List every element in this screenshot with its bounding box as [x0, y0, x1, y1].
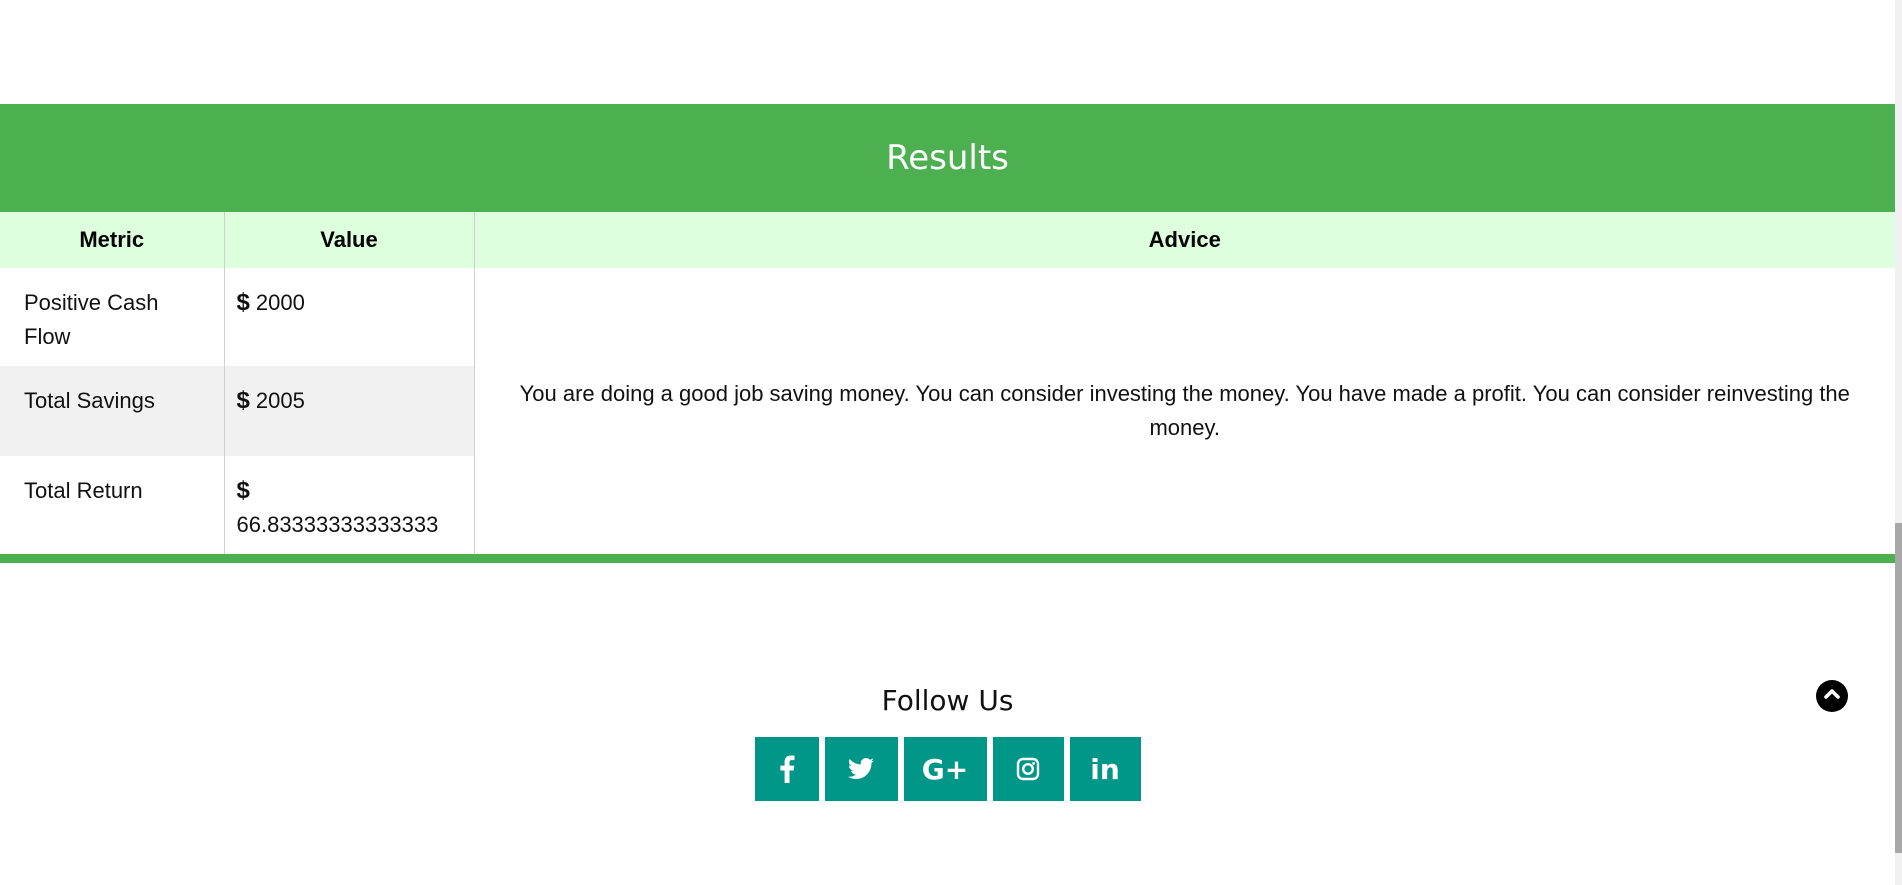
page-scrollbar[interactable] [1895, 0, 1902, 885]
value-cell: $2005 [223, 366, 474, 456]
table-header-row: Metric Value Advice [0, 212, 1895, 268]
results-header: Results [0, 104, 1895, 212]
value-amount: 2000 [255, 290, 305, 315]
metric-cell: Positive Cash Flow [24, 290, 159, 349]
value-amount: 2005 [255, 388, 305, 413]
google-plus-button[interactable]: G+ [903, 737, 987, 801]
linkedin-icon: in [1090, 752, 1120, 786]
scroll-to-top-button[interactable] [1816, 680, 1848, 712]
currency-symbol: $ [236, 387, 250, 414]
facebook-button[interactable] [754, 737, 819, 801]
value-cell: $2000 [223, 268, 474, 366]
social-links: G+ in [0, 737, 1895, 801]
advice-cell: You are doing a good job saving money. Y… [473, 268, 1895, 554]
twitter-button[interactable] [824, 737, 898, 801]
currency-symbol: $ [236, 477, 250, 504]
metric-cell: Total Return [24, 478, 143, 503]
results-bottom-bar [0, 554, 1895, 563]
column-header-value: Value [223, 212, 474, 268]
column-header-advice: Advice [473, 212, 1895, 268]
metric-cell: Total Savings [0, 366, 224, 456]
facebook-icon [779, 755, 795, 783]
value-amount: 66.83333333333333 [236, 512, 439, 537]
table-row: Positive Cash Flow $2000 You are doing a… [0, 268, 1895, 554]
currency-symbol: $ [236, 289, 250, 316]
follow-title: Follow Us [881, 684, 1014, 717]
column-header-metric: Metric [0, 212, 224, 268]
google-plus-icon: G+ [921, 752, 969, 786]
scrollbar-thumb[interactable] [1895, 523, 1902, 853]
page: Results Metric Value Advice Positive Cas… [0, 0, 1902, 885]
instagram-button[interactable] [992, 737, 1064, 801]
instagram-icon [1016, 757, 1040, 781]
chevron-up-icon [1822, 684, 1842, 709]
twitter-icon [848, 758, 874, 780]
value-cell: $66.83333333333333 [223, 456, 474, 554]
results-title: Results [886, 138, 1009, 178]
results-table: Metric Value Advice Positive Cash Flow $… [0, 212, 1895, 554]
linkedin-button[interactable]: in [1069, 737, 1141, 801]
results-section: Results Metric Value Advice Positive Cas… [0, 104, 1895, 563]
follow-section: Follow Us G+ in [0, 684, 1895, 801]
